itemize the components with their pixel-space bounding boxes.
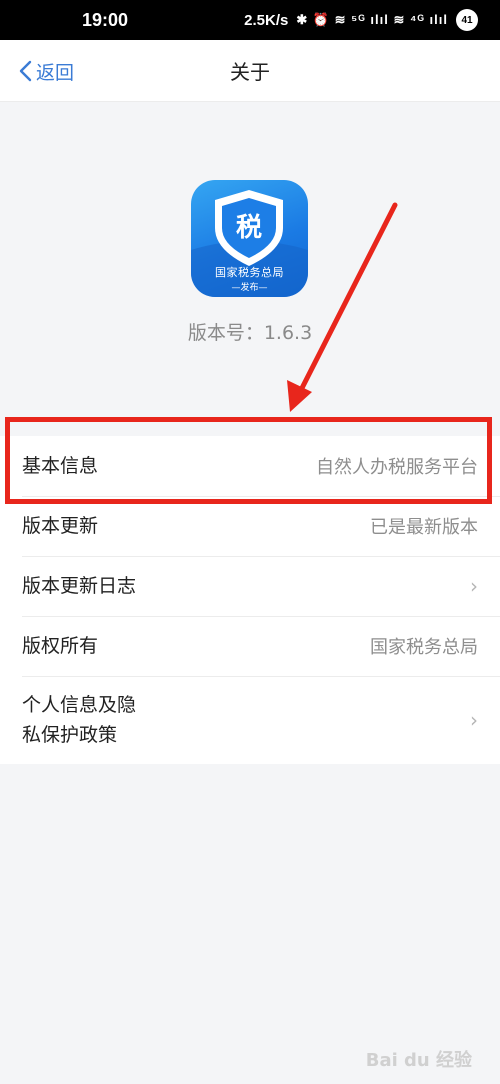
row-value: 已是最新版本 [370, 517, 478, 538]
row-label: 个人信息及隐 私保护政策 [22, 694, 137, 746]
list-item-version-update[interactable]: 版本更新 已是最新版本 [0, 496, 500, 556]
logo-glyph: 税 [236, 213, 262, 243]
watermark-logo: Bai du 经验 [365, 1050, 472, 1071]
back-label: 返回 [36, 61, 75, 84]
status-right: 2.5K/s ✱ ⏰ ≋ ⁵ᴳ ılıl ≋ ⁴ᴳ ılıl 41 [244, 9, 478, 31]
page-title: 关于 [230, 60, 270, 84]
list-item-privacy-policy[interactable]: 个人信息及隐 私保护政策 › [0, 676, 500, 764]
status-bar: 19:00 2.5K/s ✱ ⏰ ≋ ⁵ᴳ ılıl ≋ ⁴ᴳ ılıl 41 [0, 0, 500, 40]
status-time: 19:00 [82, 9, 129, 30]
logo-caption: 国家税务总局 [215, 266, 284, 279]
back-button[interactable]: 返回 [18, 40, 74, 102]
network-speed: 2.5K/s [244, 11, 289, 29]
signal-icons: ✱ ⏰ ≋ ⁵ᴳ ılıl ≋ ⁴ᴳ ılıl [296, 12, 448, 27]
row-value: 国家税务总局 [370, 637, 478, 658]
nav-bar: 返回 关于 [0, 40, 500, 102]
chevron-left-icon [19, 60, 32, 82]
row-label: 版本更新日志 [22, 575, 137, 597]
battery-icon: 41 [456, 9, 478, 31]
logo-subcaption: —发布— [231, 283, 268, 293]
version-text: 版本号：1.6.3 [187, 322, 313, 344]
list-item-basic-info[interactable]: 基本信息 自然人办税服务平台 [0, 436, 500, 496]
list-item-copyright[interactable]: 版权所有 国家税务总局 [0, 616, 500, 676]
chevron-right-icon: › [470, 708, 478, 732]
row-label: 版权所有 [22, 635, 99, 657]
app-logo: 税 国家税务总局 —发布— [191, 180, 308, 297]
list-item-update-log[interactable]: 版本更新日志 › [0, 556, 500, 616]
row-label: 版本更新 [22, 515, 99, 537]
info-list: 基本信息 自然人办税服务平台 版本更新 已是最新版本 版本更新日志 › 版权所有… [0, 436, 500, 764]
chevron-right-icon: › [470, 574, 478, 598]
row-value: 自然人办税服务平台 [316, 457, 478, 478]
row-label: 基本信息 [22, 455, 99, 477]
